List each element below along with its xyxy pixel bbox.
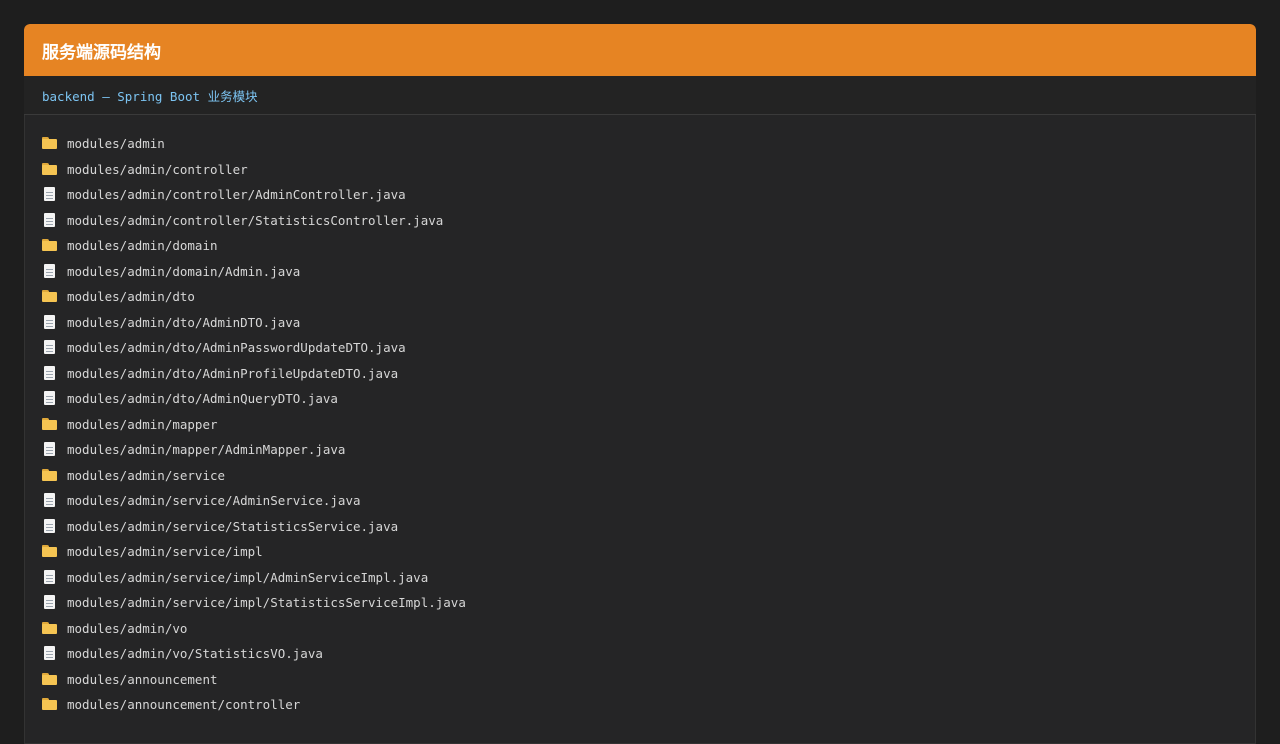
tree-file-row[interactable]: modules/admin/service/impl/AdminServiceI…: [42, 565, 1256, 591]
file-icon: [42, 365, 58, 380]
tree-item-path: modules/announcement/controller: [67, 697, 301, 713]
tree-folder-row[interactable]: modules/announcement: [42, 667, 1256, 693]
tree-item-path: modules/admin/service/impl/StatisticsSer…: [67, 595, 466, 611]
file-icon: [42, 518, 58, 533]
tree-file-row[interactable]: modules/admin/dto/AdminDTO.java: [42, 310, 1256, 336]
tree-item-path: modules/admin/service: [67, 467, 226, 483]
tree-folder-row[interactable]: modules/admin/mapper: [42, 412, 1256, 438]
tree-folder-row[interactable]: modules/admin/service: [42, 463, 1256, 489]
tree-folder-row[interactable]: modules/admin/dto: [42, 284, 1256, 310]
tree-file-row[interactable]: modules/admin/service/AdminService.java: [42, 488, 1256, 514]
file-icon: [42, 646, 58, 661]
tree-folder-row[interactable]: modules/admin/controller: [42, 157, 1256, 183]
tree-file-row[interactable]: modules/admin/service/StatisticsService.…: [42, 514, 1256, 540]
folder-icon: [42, 239, 58, 252]
tree-item-path: modules/admin/service/AdminService.java: [67, 493, 361, 509]
folder-icon: [42, 545, 58, 558]
folder-icon: [42, 621, 58, 635]
tree-item-path: modules/admin/vo: [67, 620, 188, 636]
file-icon: [42, 314, 58, 329]
tree-file-row[interactable]: modules/admin/service/impl/StatisticsSer…: [42, 590, 1256, 616]
tree-item-path: modules/admin/service/impl/AdminServiceI…: [67, 569, 429, 585]
tree-item-path: modules/admin: [67, 136, 165, 152]
tree-file-row[interactable]: modules/admin/dto/AdminProfileUpdateDTO.…: [42, 361, 1256, 387]
tree-item-path: modules/admin/controller/StatisticsContr…: [67, 212, 444, 228]
tree-file-row[interactable]: modules/admin/controller/AdminController…: [42, 182, 1256, 208]
panel-subheader: backend — Spring Boot 业务模块: [24, 76, 1256, 115]
folder-icon: [42, 162, 58, 176]
file-icon: [42, 493, 58, 508]
tree-file-row[interactable]: modules/admin/domain/Admin.java: [42, 259, 1256, 285]
tree-item-path: modules/announcement: [67, 671, 218, 687]
tree-item-path: modules/admin/service/impl: [67, 544, 263, 560]
tree-folder-row[interactable]: modules/announcement/controller: [42, 692, 1256, 718]
tree-item-path: modules/admin/dto/AdminPasswordUpdateDTO…: [67, 340, 406, 356]
tree-folder-row[interactable]: modules/admin/domain: [42, 233, 1256, 259]
file-tree: modules/admin modules/admin/controller mod…: [24, 115, 1256, 718]
panel-subtitle: backend — Spring Boot 业务模块: [42, 88, 258, 104]
tree-item-path: modules/admin/service/StatisticsService.…: [67, 518, 399, 534]
tree-item-path: modules/admin/mapper/AdminMapper.java: [67, 442, 346, 458]
file-icon: [42, 212, 58, 227]
source-structure-panel: 服务端源码结构 backend — Spring Boot 业务模块 modul…: [24, 24, 1256, 744]
tree-item-path: modules/admin/dto: [67, 289, 195, 305]
tree-item-path: modules/admin/controller/AdminController…: [67, 187, 406, 203]
panel-header: 服务端源码结构: [24, 24, 1256, 76]
tree-file-row[interactable]: modules/admin/dto/AdminPasswordUpdateDTO…: [42, 335, 1256, 361]
tree-item-path: modules/admin/dto/AdminDTO.java: [67, 314, 301, 330]
tree-folder-row[interactable]: modules/admin/service/impl: [42, 539, 1256, 565]
file-icon: [42, 595, 58, 610]
tree-file-row[interactable]: modules/admin/vo/StatisticsVO.java: [42, 641, 1256, 667]
tree-item-path: modules/admin/domain: [67, 238, 218, 254]
tree-item-path: modules/admin/mapper: [67, 416, 218, 432]
tree-folder-row[interactable]: modules/admin: [42, 131, 1256, 157]
folder-icon: [42, 137, 58, 150]
folder-icon: [42, 468, 58, 482]
tree-item-path: modules/admin/dto/AdminQueryDTO.java: [67, 391, 338, 407]
tree-file-row[interactable]: modules/admin/dto/AdminQueryDTO.java: [42, 386, 1256, 412]
tree-item-path: modules/admin/dto/AdminProfileUpdateDTO.…: [67, 365, 399, 381]
file-icon: [42, 187, 58, 202]
file-icon: [42, 442, 58, 457]
tree-folder-row[interactable]: modules/admin/vo: [42, 616, 1256, 642]
file-icon: [42, 263, 58, 278]
file-icon: [42, 340, 58, 355]
tree-item-path: modules/admin/domain/Admin.java: [67, 263, 301, 279]
tree-item-path: modules/admin/controller: [67, 161, 248, 177]
tree-file-row[interactable]: modules/admin/controller/StatisticsContr…: [42, 208, 1256, 234]
tree-file-row[interactable]: modules/admin/mapper/AdminMapper.java: [42, 437, 1256, 463]
folder-icon: [42, 290, 58, 303]
tree-item-path: modules/admin/vo/StatisticsVO.java: [67, 646, 323, 662]
folder-icon: [42, 698, 58, 711]
file-icon: [42, 569, 58, 584]
folder-icon: [42, 672, 58, 686]
file-icon: [42, 391, 58, 406]
panel-title: 服务端源码结构: [42, 42, 161, 63]
folder-icon: [42, 417, 58, 431]
